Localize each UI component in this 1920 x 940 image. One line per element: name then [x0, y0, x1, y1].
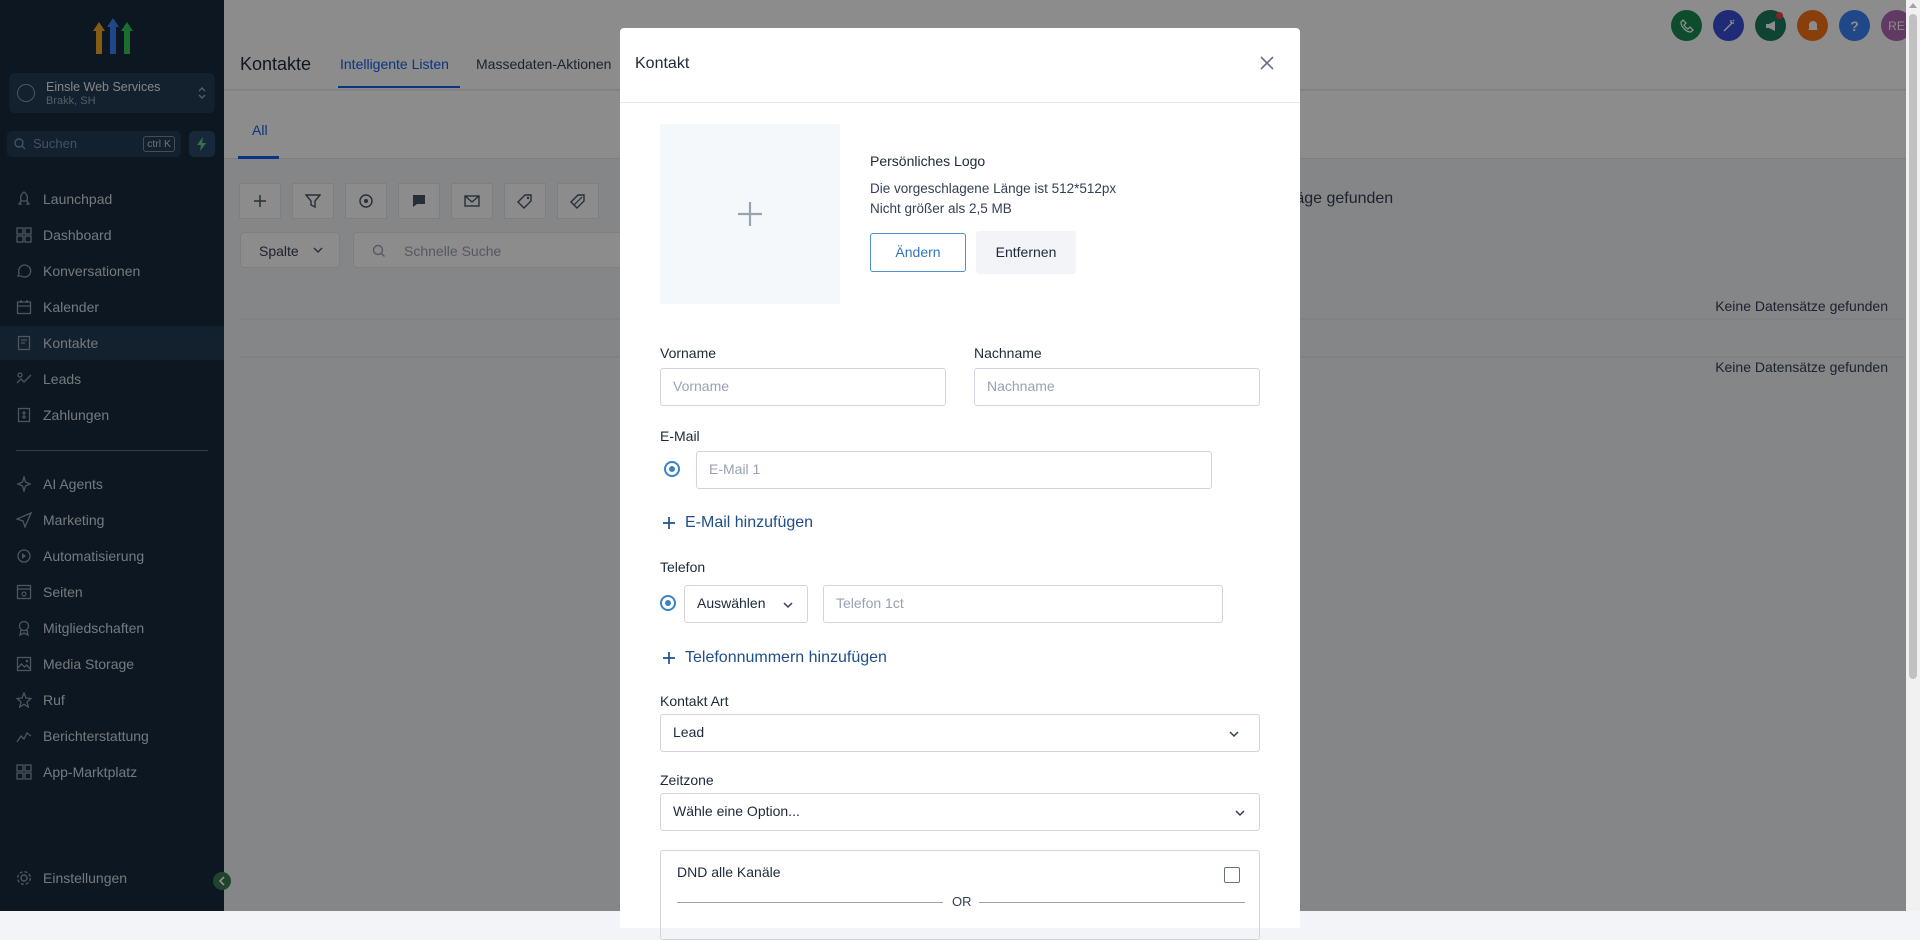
logo-size-hint: Die vorgeschlagene Länge ist 512*512px	[870, 181, 1117, 196]
logo-filesize-hint: Nicht größer als 2,5 MB	[870, 201, 1012, 216]
first-name-placeholder: Vorname	[673, 378, 730, 394]
country-select-value: Auswählen	[697, 595, 766, 611]
email-input[interactable]: E-Mail 1	[696, 451, 1212, 489]
first-name-input[interactable]: Vorname	[660, 368, 946, 406]
or-divider-text: OR	[952, 894, 972, 909]
or-divider-right	[979, 902, 1245, 903]
timezone-label: Zeitzone	[660, 772, 714, 788]
scrollbar-thumb[interactable]	[1909, 14, 1917, 679]
phone-input[interactable]: Telefon 1ct	[823, 585, 1223, 623]
last-name-label: Nachname	[974, 345, 1042, 361]
chevron-down-icon	[1229, 731, 1239, 738]
add-email-link[interactable]: E-Mail hinzufügen	[662, 514, 813, 532]
timezone-select[interactable]: Wähle eine Option...	[660, 793, 1260, 831]
country-select[interactable]: Auswählen	[684, 585, 808, 623]
logo-title: Persönliches Logo	[870, 153, 986, 169]
remove-logo-button[interactable]: Entfernen	[976, 231, 1076, 274]
add-phone-link[interactable]: Telefonnummern hinzufügen	[662, 649, 887, 667]
plus-icon	[738, 202, 762, 226]
email-placeholder: E-Mail 1	[709, 461, 761, 477]
phone-primary-radio[interactable]	[660, 595, 676, 611]
dnd-section: DND alle Kanäle OR	[660, 850, 1260, 940]
add-phone-label: Telefonnummern hinzufügen	[685, 649, 887, 666]
contact-type-select[interactable]: Lead	[660, 714, 1260, 752]
change-logo-button[interactable]: Ändern	[870, 233, 966, 272]
chevron-down-icon	[1235, 810, 1245, 817]
modal-title: Kontakt	[635, 55, 690, 72]
contact-type-label: Kontakt Art	[660, 693, 729, 709]
modal-divider	[620, 102, 1300, 103]
timezone-value: Wähle eine Option...	[673, 803, 800, 819]
contact-type-value: Lead	[673, 724, 705, 740]
or-divider-left	[677, 902, 943, 903]
chevron-down-icon	[783, 602, 793, 609]
dnd-all-checkbox[interactable]	[1224, 867, 1240, 883]
dnd-all-label: DND alle Kanäle	[677, 864, 781, 880]
logo-upload-area[interactable]	[660, 124, 840, 304]
phone-label: Telefon	[660, 559, 706, 575]
last-name-placeholder: Nachname	[987, 378, 1055, 394]
plus-icon	[663, 652, 675, 664]
scroll-up-arrow-icon[interactable]	[1909, 3, 1917, 8]
phone-placeholder: Telefon 1ct	[836, 595, 904, 611]
email-label: E-Mail	[660, 428, 700, 444]
plus-icon	[663, 517, 675, 529]
first-name-label: Vorname	[660, 345, 717, 361]
add-email-label: E-Mail hinzufügen	[685, 514, 814, 531]
last-name-input[interactable]: Nachname	[974, 368, 1260, 406]
email-primary-radio[interactable]	[664, 461, 680, 477]
contact-modal: Kontakt Persönliches Logo Die vorgeschla…	[620, 28, 1300, 940]
close-icon[interactable]	[1260, 56, 1274, 70]
